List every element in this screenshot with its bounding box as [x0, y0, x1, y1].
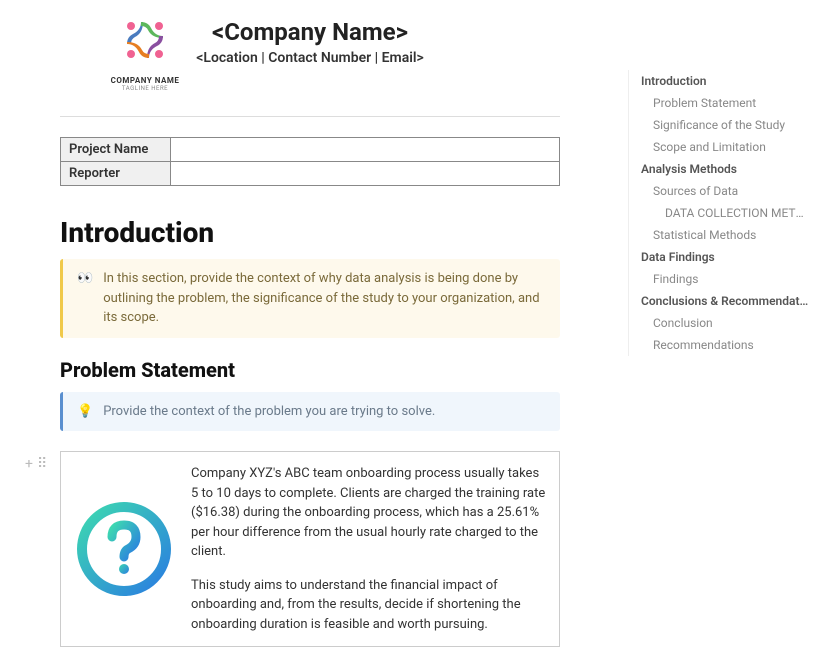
- eyes-icon: 👀: [77, 269, 93, 328]
- toc-item[interactable]: DATA COLLECTION METHOD: [629, 202, 818, 224]
- project-meta-table: Project Name Reporter: [60, 137, 560, 186]
- document-header: COMPANY NAME TAGLINE HERE <Company Name>…: [0, 10, 620, 86]
- problem-content-block[interactable]: + ⠿ Company XYZ's ABC team onboarding pr…: [60, 451, 560, 647]
- toc-item[interactable]: Sources of Data: [629, 180, 818, 202]
- toc-item[interactable]: Introduction: [629, 70, 818, 92]
- logo-company-text: COMPANY NAME: [100, 76, 190, 85]
- drag-handle-icon[interactable]: ⠿: [37, 456, 47, 472]
- table-of-contents: IntroductionProblem StatementSignificanc…: [628, 70, 818, 356]
- table-row: Reporter: [61, 162, 560, 186]
- problem-callout-text: Provide the context of the problem you a…: [103, 402, 435, 422]
- toc-item[interactable]: Data Findings: [629, 246, 818, 268]
- company-logo: COMPANY NAME TAGLINE HERE: [100, 10, 190, 92]
- problem-body-text[interactable]: Company XYZ's ABC team onboarding proces…: [191, 460, 551, 638]
- reporter-label: Reporter: [61, 162, 171, 186]
- introduction-heading: Introduction: [60, 216, 560, 249]
- project-name-label: Project Name: [61, 138, 171, 162]
- toc-item[interactable]: Statistical Methods: [629, 224, 818, 246]
- add-block-button[interactable]: +: [25, 456, 33, 472]
- introduction-callout-text: In this section, provide the context of …: [103, 269, 546, 328]
- project-name-value[interactable]: [171, 138, 560, 162]
- logo-tagline-text: TAGLINE HERE: [100, 85, 190, 92]
- document-main: COMPANY NAME TAGLINE HERE <Company Name>…: [0, 0, 620, 647]
- toc-item[interactable]: Scope and Limitation: [629, 136, 818, 158]
- toc-item[interactable]: Conclusions & Recommendations: [629, 290, 818, 312]
- question-mark-icon: [69, 460, 179, 638]
- introduction-callout[interactable]: 👀 In this section, provide the context o…: [60, 259, 560, 338]
- reporter-value[interactable]: [171, 162, 560, 186]
- problem-paragraph-2: This study aims to understand the financ…: [191, 576, 547, 635]
- toc-item[interactable]: Problem Statement: [629, 92, 818, 114]
- toc-item[interactable]: Findings: [629, 268, 818, 290]
- toc-item[interactable]: Recommendations: [629, 334, 818, 356]
- toc-item[interactable]: Significance of the Study: [629, 114, 818, 136]
- problem-callout[interactable]: 💡 Provide the context of the problem you…: [60, 392, 560, 432]
- lightbulb-icon: 💡: [77, 402, 93, 422]
- problem-statement-heading: Problem Statement: [60, 358, 560, 382]
- block-gutter-controls: + ⠿: [25, 456, 47, 472]
- header-divider: [60, 116, 560, 117]
- table-row: Project Name: [61, 138, 560, 162]
- toc-item[interactable]: Conclusion: [629, 312, 818, 334]
- logo-icon: [115, 10, 175, 70]
- toc-item[interactable]: Analysis Methods: [629, 158, 818, 180]
- problem-paragraph-1: Company XYZ's ABC team onboarding proces…: [191, 464, 547, 562]
